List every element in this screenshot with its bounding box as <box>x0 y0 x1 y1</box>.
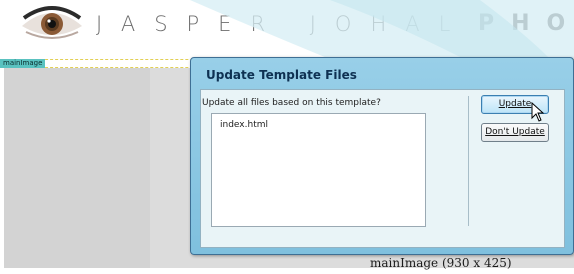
editable-region-tag[interactable]: mainImage <box>0 59 46 68</box>
divider <box>468 96 469 226</box>
image-placeholder-left <box>4 68 150 268</box>
image-caption: mainImage (930 x 425) <box>370 256 512 270</box>
site-name-text: JASPER JOHAL <box>96 12 470 36</box>
site-header: JASPER JOHAL PHO <box>0 0 574 52</box>
file-list[interactable]: index.html <box>211 113 426 227</box>
update-template-dialog: Update Template Files Update all files b… <box>190 57 574 255</box>
dialog-prompt: Update all files based on this template? <box>202 98 381 108</box>
dialog-title: Update Template Files <box>206 68 357 82</box>
eye-icon <box>22 6 82 39</box>
site-name-trailing-text: PHO <box>478 11 574 36</box>
mouse-cursor-icon <box>531 102 545 122</box>
dont-update-button[interactable]: Don't Update <box>481 123 549 142</box>
list-item[interactable]: index.html <box>220 120 268 130</box>
